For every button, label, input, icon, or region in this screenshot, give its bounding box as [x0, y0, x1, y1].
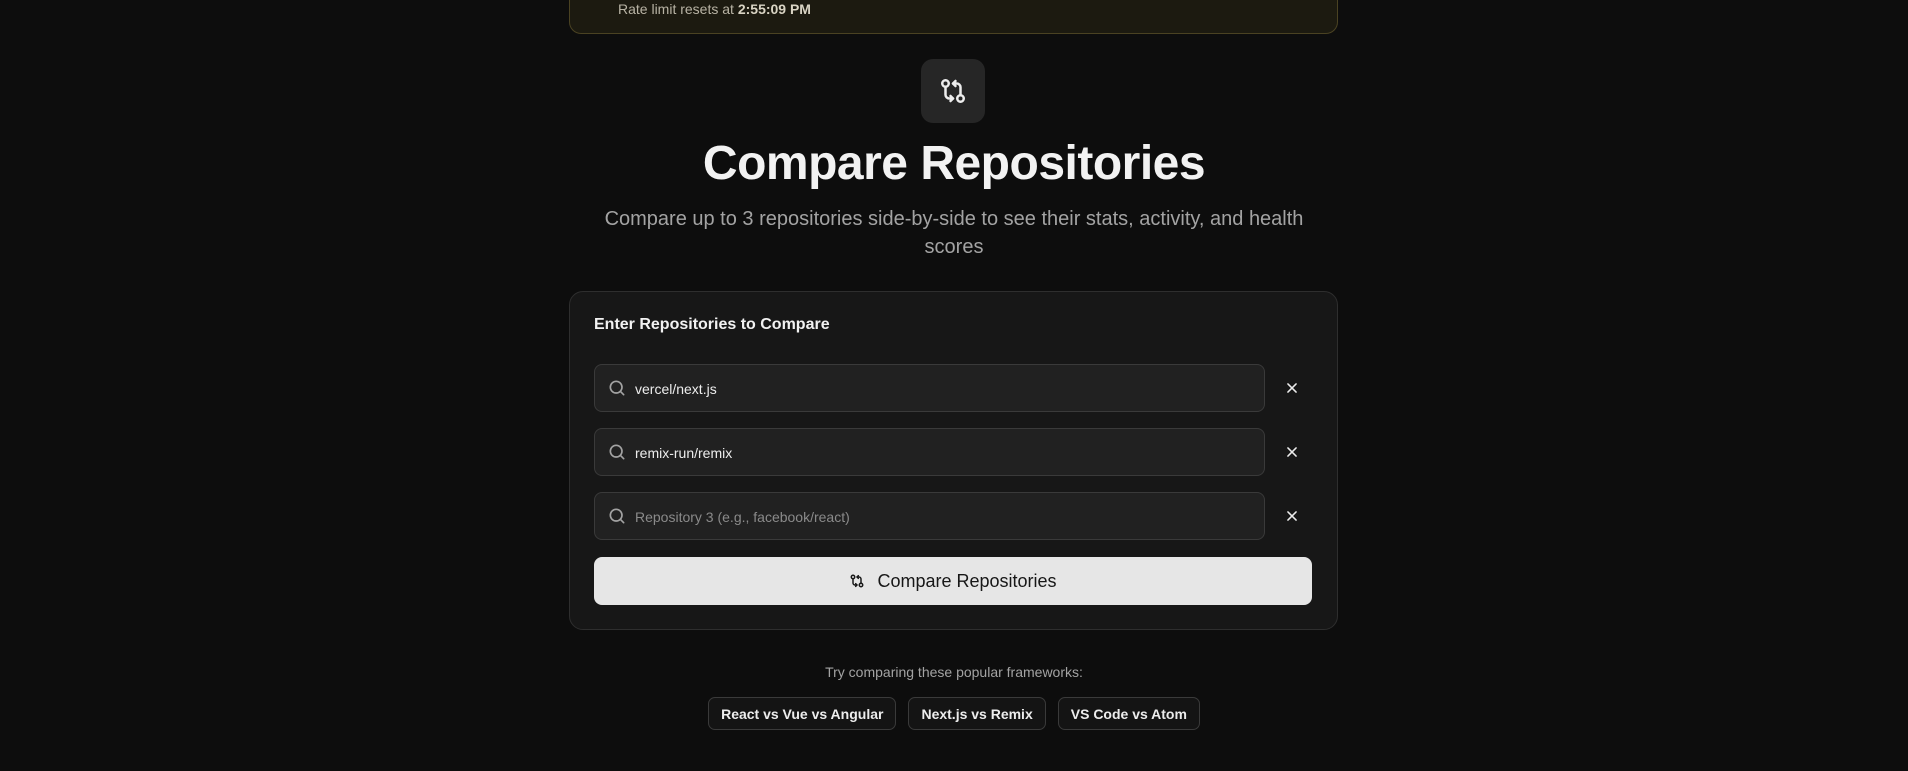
repo-input-3-placeholder: Repository 3 (e.g., facebook/react)	[635, 509, 850, 525]
search-icon	[609, 444, 625, 460]
suggestion-chip-vscode-atom[interactable]: VS Code vs Atom	[1057, 697, 1200, 730]
suggestion-chip-react-vue-angular[interactable]: React vs Vue vs Angular	[708, 697, 897, 730]
repo-row-3: Repository 3 (e.g., facebook/react)	[594, 492, 1312, 540]
repo-input-1-value: vercel/next.js	[635, 381, 717, 397]
close-icon	[1287, 511, 1297, 521]
form-title: Enter Repositories to Compare	[594, 316, 830, 333]
suggestion-chips: React vs Vue vs Angular Next.js vs Remix…	[0, 697, 1908, 730]
remove-repo-3-button[interactable]	[1274, 498, 1310, 534]
repo-input-3[interactable]: Repository 3 (e.g., facebook/react)	[594, 492, 1265, 540]
repo-input-2[interactable]: remix-run/remix	[594, 428, 1265, 476]
repo-input-1[interactable]: vercel/next.js	[594, 364, 1265, 412]
repo-row-1: vercel/next.js	[594, 364, 1312, 412]
rate-limit-time: 2:55:09 PM	[737, 1, 811, 17]
remove-repo-2-button[interactable]	[1274, 434, 1310, 470]
remove-repo-1-button[interactable]	[1274, 370, 1310, 406]
compare-form-card: Enter Repositories to Compare vercel/nex…	[569, 291, 1338, 630]
search-icon	[609, 380, 625, 396]
search-icon	[609, 508, 625, 524]
git-compare-icon	[921, 59, 985, 123]
close-icon	[1287, 383, 1297, 393]
repo-row-2: remix-run/remix	[594, 428, 1312, 476]
suggestions-prompt: Try comparing these popular frameworks:	[825, 664, 1083, 680]
compare-page: Rate limit resets at 2:55:09 PM Compare …	[0, 0, 1908, 771]
page-subtitle: Compare up to 3 repositories side-by-sid…	[604, 208, 1304, 258]
rate-limit-banner: Rate limit resets at 2:55:09 PM	[569, 0, 1338, 34]
repo-input-2-value: remix-run/remix	[635, 445, 733, 461]
git-compare-icon	[850, 574, 864, 588]
page-title: Compare Repositories	[702, 137, 1206, 190]
compare-button-label: Compare Repositories	[877, 570, 1057, 591]
close-icon	[1287, 447, 1297, 457]
suggestion-chip-next-remix[interactable]: Next.js vs Remix	[908, 697, 1046, 730]
rate-limit-text: Rate limit resets at 2:55:09 PM	[618, 1, 811, 17]
compare-repositories-button[interactable]: Compare Repositories	[594, 557, 1312, 605]
rate-limit-prefix: Rate limit resets at	[618, 1, 734, 17]
